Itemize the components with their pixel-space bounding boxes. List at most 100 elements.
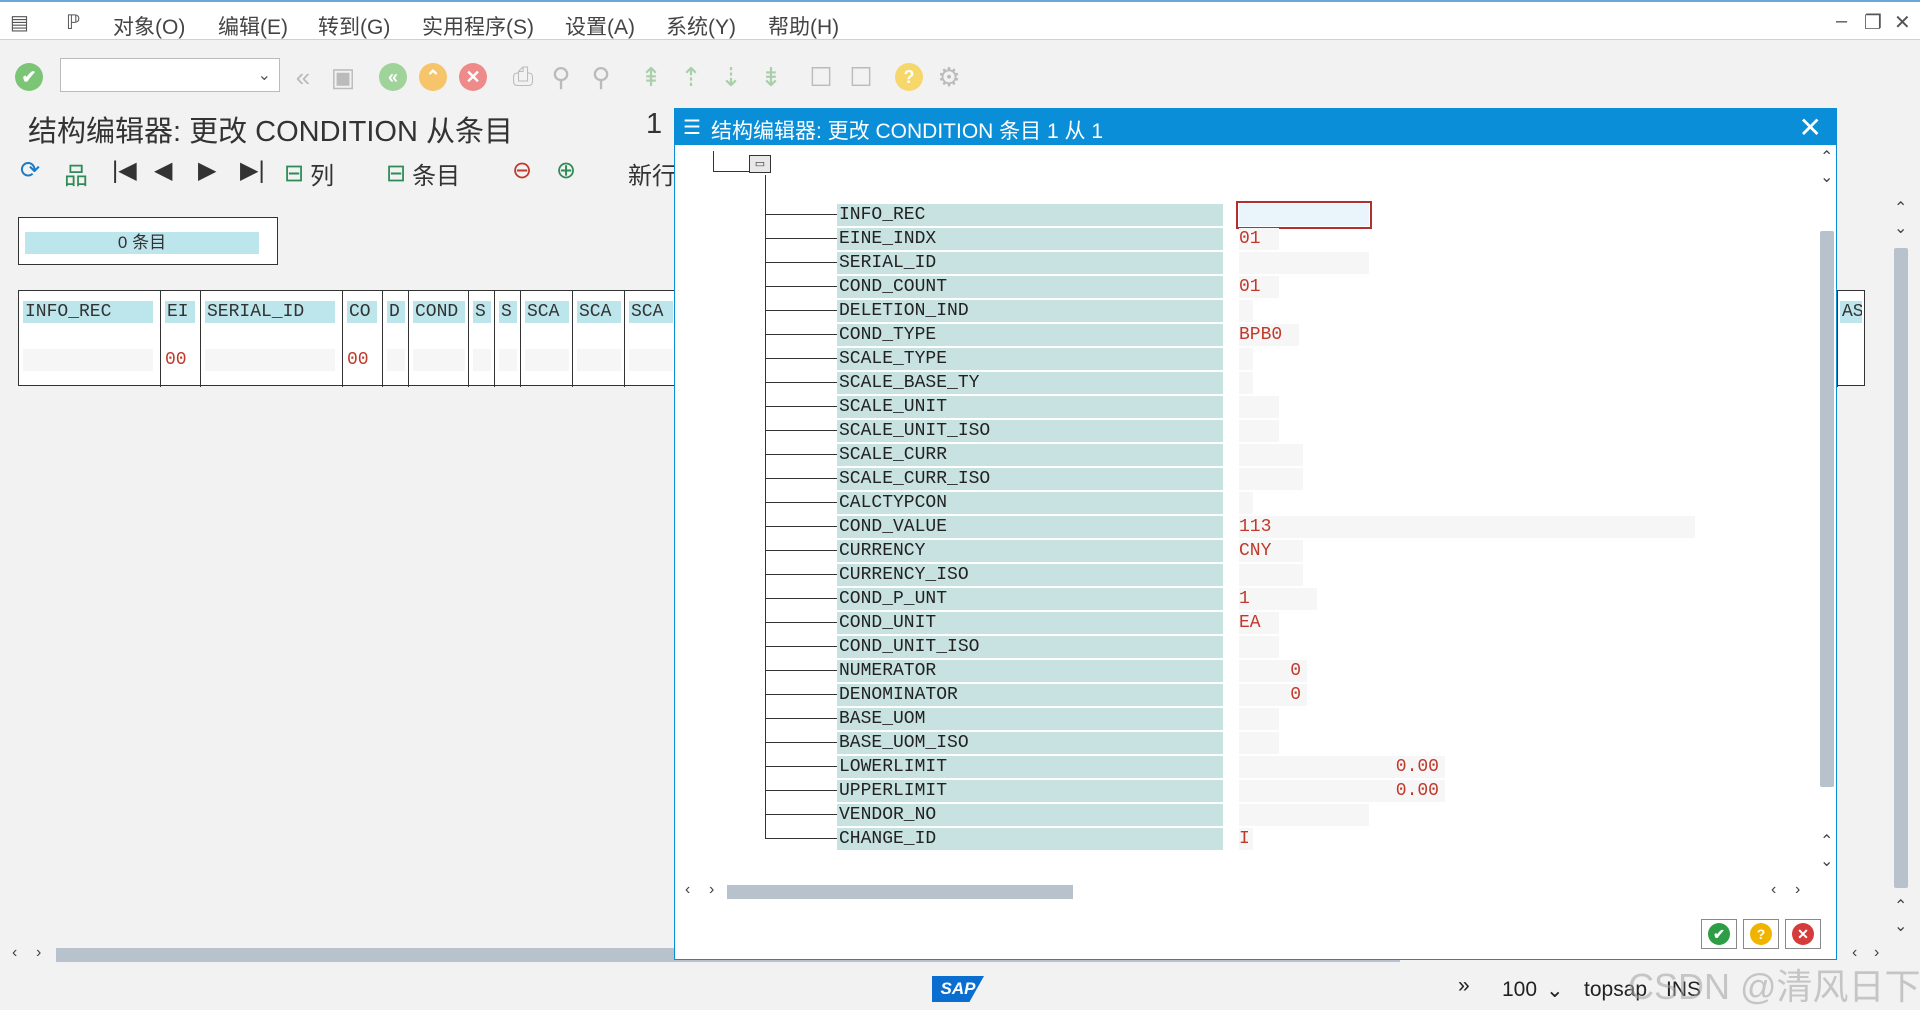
field-input[interactable] bbox=[1239, 708, 1279, 730]
field-input[interactable] bbox=[1239, 252, 1369, 274]
close-icon[interactable]: ✕ bbox=[1799, 111, 1822, 144]
back-icon[interactable]: « bbox=[288, 62, 318, 92]
column-header[interactable]: S bbox=[499, 301, 517, 323]
help-button[interactable]: ? bbox=[1743, 919, 1779, 949]
cancel-icon[interactable]: ✕ bbox=[458, 62, 488, 92]
settings-icon[interactable]: ⚙ bbox=[934, 62, 964, 92]
next-page-icon[interactable]: ⇣ bbox=[716, 62, 746, 92]
field-input[interactable] bbox=[1236, 201, 1372, 229]
column-header[interactable]: S bbox=[473, 301, 491, 323]
menu-utilities[interactable]: 实用程序(S) bbox=[422, 11, 534, 41]
scroll-down-icon[interactable]: ⌄ bbox=[1820, 167, 1833, 187]
dialog-horizontal-scrollbar[interactable]: ‹ › ‹ › bbox=[675, 881, 1817, 903]
menu-settings[interactable]: 设置(A) bbox=[565, 11, 635, 41]
help-icon[interactable]: ? bbox=[894, 62, 924, 92]
scroll-up-icon[interactable]: ⌃ bbox=[1894, 896, 1907, 916]
field-input[interactable] bbox=[1239, 516, 1695, 538]
scroll-right-icon[interactable]: › bbox=[709, 881, 714, 899]
cancel-button[interactable]: ✕ bbox=[1785, 919, 1821, 949]
find-icon[interactable]: ⚲ bbox=[546, 62, 576, 92]
first-page-icon[interactable]: ⇞ bbox=[636, 62, 666, 92]
menu-help[interactable]: 帮助(H) bbox=[768, 11, 839, 41]
scroll-thumb[interactable] bbox=[1894, 248, 1908, 888]
scroll-thumb[interactable] bbox=[1820, 231, 1834, 787]
field-input[interactable] bbox=[1239, 420, 1279, 442]
new-row-button[interactable]: 新行 bbox=[628, 156, 676, 191]
column-header[interactable]: COND bbox=[413, 301, 465, 323]
scroll-up-icon[interactable]: ⌃ bbox=[1820, 147, 1833, 167]
table-cell[interactable] bbox=[629, 349, 673, 371]
dialog-vertical-scrollbar[interactable]: ⌃ ⌄ ⌃ ⌄ bbox=[1817, 145, 1837, 875]
last-entry-icon[interactable]: ▶| bbox=[240, 156, 265, 185]
table-cell[interactable] bbox=[23, 349, 153, 371]
menu-toggle-icon[interactable]: ▤ bbox=[10, 10, 29, 35]
column-button[interactable]: ⊟ 列 bbox=[284, 156, 334, 191]
scroll-thumb[interactable] bbox=[727, 885, 1073, 899]
table-cell[interactable]: 00 bbox=[347, 349, 369, 371]
chevron-down-icon[interactable]: ⌄ bbox=[258, 65, 271, 85]
scroll-down-icon[interactable]: ⌄ bbox=[1820, 851, 1833, 871]
column-header[interactable]: D bbox=[387, 301, 405, 323]
scroll-right-icon[interactable]: › bbox=[1795, 881, 1800, 899]
table-cell[interactable] bbox=[499, 349, 517, 371]
menu-object[interactable]: 对象(O) bbox=[113, 11, 185, 41]
table-cell[interactable] bbox=[205, 349, 335, 371]
field-input[interactable] bbox=[1239, 468, 1303, 490]
column-header[interactable]: INFO_REC bbox=[23, 301, 153, 323]
field-input[interactable] bbox=[1239, 732, 1279, 754]
chevron-down-icon[interactable]: ⌄ bbox=[1546, 978, 1564, 1003]
table-cell[interactable] bbox=[387, 349, 405, 371]
field-input[interactable] bbox=[1239, 444, 1303, 466]
save-icon[interactable]: ▣ bbox=[328, 62, 358, 92]
first-entry-icon[interactable]: |◀ bbox=[112, 156, 137, 185]
field-input[interactable] bbox=[1239, 348, 1253, 370]
green-back-icon[interactable]: « bbox=[378, 62, 408, 92]
table-cell[interactable] bbox=[577, 349, 621, 371]
field-input[interactable] bbox=[1239, 396, 1279, 418]
refresh-icon[interactable]: ⟳ bbox=[20, 156, 40, 185]
next-entry-icon[interactable]: ▶ bbox=[198, 156, 216, 185]
column-header[interactable]: CO bbox=[347, 301, 377, 323]
confirm-button[interactable]: ✔ bbox=[1701, 919, 1737, 949]
scroll-down-icon[interactable]: ⌄ bbox=[1894, 916, 1907, 936]
field-input[interactable] bbox=[1239, 804, 1369, 826]
table-cell[interactable] bbox=[473, 349, 491, 371]
field-input[interactable] bbox=[1239, 588, 1317, 610]
shortcut-icon[interactable]: ☐ bbox=[846, 62, 876, 92]
scroll-right-icon[interactable]: › bbox=[36, 944, 41, 962]
scroll-left-icon[interactable]: ‹ bbox=[12, 944, 17, 962]
table-cell[interactable]: 00 bbox=[165, 349, 187, 371]
folder-icon[interactable]: ▭ bbox=[749, 155, 771, 173]
personalize-icon[interactable]: ℙ bbox=[66, 10, 80, 35]
column-header[interactable]: EI bbox=[165, 301, 195, 323]
scroll-left-icon[interactable]: ‹ bbox=[685, 881, 690, 899]
expand-status-icon[interactable]: » bbox=[1458, 974, 1470, 998]
print-icon[interactable]: ⎙ bbox=[508, 61, 538, 92]
column-header[interactable]: SERIAL_ID bbox=[205, 301, 335, 323]
field-input[interactable] bbox=[1239, 564, 1303, 586]
prev-entry-icon[interactable]: ◀ bbox=[154, 156, 172, 185]
command-field[interactable]: ⌄ bbox=[60, 58, 280, 92]
menu-edit[interactable]: 编辑(E) bbox=[218, 11, 288, 41]
restore-icon[interactable]: ❐ bbox=[1864, 10, 1882, 35]
table-cell[interactable] bbox=[413, 349, 465, 371]
zoom-value[interactable]: 100 bbox=[1502, 978, 1537, 1002]
scroll-down-icon[interactable]: ⌄ bbox=[1894, 218, 1907, 238]
field-input[interactable] bbox=[1239, 372, 1253, 394]
entry-button[interactable]: ⊟ 条目 bbox=[386, 156, 460, 191]
column-header[interactable]: AS bbox=[1840, 301, 1862, 323]
delete-row-icon[interactable]: ⊖ bbox=[512, 156, 532, 185]
menu-goto[interactable]: 转到(G) bbox=[318, 11, 390, 41]
scroll-left-icon[interactable]: ‹ bbox=[1771, 881, 1776, 899]
field-input[interactable] bbox=[1239, 636, 1279, 658]
prev-page-icon[interactable]: ⇡ bbox=[676, 62, 706, 92]
column-header[interactable]: SCA bbox=[525, 301, 569, 323]
table-cell[interactable] bbox=[525, 349, 569, 371]
hierarchy-icon[interactable]: 品 bbox=[64, 156, 88, 191]
main-vertical-scrollbar[interactable]: ⌃ ⌄ ⌃ ⌄ bbox=[1890, 196, 1912, 946]
field-input[interactable] bbox=[1239, 300, 1253, 322]
find-next-icon[interactable]: ⚲ bbox=[586, 62, 616, 92]
create-session-icon[interactable]: ☐ bbox=[806, 62, 836, 92]
scroll-up-icon[interactable]: ⌃ bbox=[1820, 831, 1833, 851]
minimize-icon[interactable]: – bbox=[1836, 10, 1847, 33]
